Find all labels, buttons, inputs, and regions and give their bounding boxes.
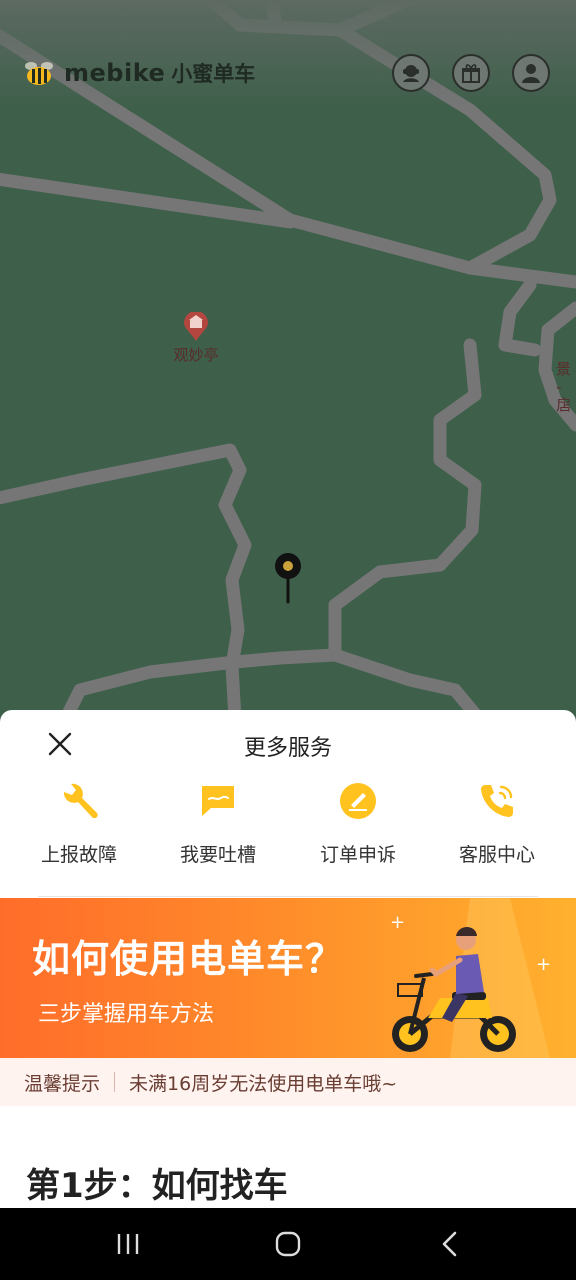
back-icon [442,1231,457,1257]
top-header: mebike 小蜜单车 [0,48,576,98]
brand-cn: 小蜜单车 [171,62,256,86]
sheet-title: 更多服务 [243,736,332,761]
brand-logo: mebike 小蜜单车 [22,58,255,88]
poi-label-edge: 景 -扂 [556,360,572,414]
guide-banner[interactable]: 如何使用电单车？ 三步掌握用车方法 + + + [0,898,576,1058]
banner-subtitle: 三步掌握用车方法 [38,1002,215,1027]
gift-button[interactable] [452,54,490,92]
service-order-appeal[interactable]: 订单申诉 [288,776,428,867]
home-button[interactable] [270,1226,306,1262]
service-customer-center[interactable]: 客服中心 [427,776,567,867]
home-icon [275,1231,301,1257]
location-pin-icon[interactable] [274,552,302,606]
step-heading: 第1步：如何找车 [26,1166,288,1206]
more-services-sheet: 更多服务 上报故障 我要吐槽 订单申诉 客服中心 如何使用电单车？ 三步掌握用车… [0,710,576,1210]
wrench-icon [63,783,98,819]
system-nav-bar [0,1208,576,1280]
recents-button[interactable] [110,1226,146,1262]
profile-button[interactable] [512,54,550,92]
back-button[interactable] [432,1226,468,1262]
phone-icon [481,785,513,817]
rider-illustration: + + + [390,898,551,1058]
poi-marker[interactable]: 观妙亭 [168,312,224,365]
edit-pen-icon [340,783,376,819]
svg-text:+: + [390,912,405,933]
service-report-fault[interactable]: 上报故障 [9,776,149,867]
chat-bubble-icon [202,786,234,816]
tip-separator [114,1072,116,1092]
brand-latin: mebike [64,59,166,87]
map-view[interactable]: 观妙亭 景 -扂 [0,0,576,720]
svg-text:+: + [536,954,551,975]
bee-icon [25,62,53,85]
user-icon [522,64,540,83]
banner-title: 如何使用电单车？ [32,937,345,981]
divider [38,896,538,897]
poi-label: 观妙亭 [173,346,219,364]
pavilion-marker-icon [184,312,208,341]
service-feedback[interactable]: 我要吐槽 [148,776,288,867]
warm-tip-bar: 温馨提示 未满16周岁无法使用电单车哦~ [0,1058,576,1106]
gift-icon [462,64,480,83]
recents-icon [117,1234,139,1254]
support-button[interactable] [392,54,430,92]
support-agent-icon [403,65,419,82]
tip-text: 未满16周岁无法使用电单车哦~ [129,1072,398,1095]
tip-label: 温馨提示 [24,1072,101,1095]
service-grid: 上报故障 我要吐槽 订单申诉 客服中心 [0,776,576,886]
